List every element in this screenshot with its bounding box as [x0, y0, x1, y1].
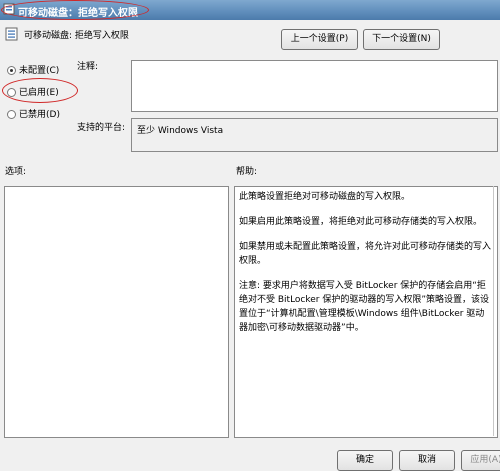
radio-label: 未配置(C) [19, 66, 60, 76]
policy-name: 可移动磁盘: 拒绝写入权限 [24, 31, 129, 41]
platform-value: 至少 Windows Vista [137, 126, 224, 136]
next-setting-button[interactable]: 下一个设置(N) [363, 29, 440, 50]
help-paragraph: 注意: 要求用户将数据写入受 BitLocker 保护的存储会启用“拒绝对不受 … [239, 281, 490, 333]
help-panel[interactable]: 此策略设置拒绝对可移动磁盘的写入权限。 如果启用此策略设置，将拒绝对此可移动存储… [234, 186, 498, 438]
policy-setting-icon [5, 27, 18, 41]
apply-button[interactable]: 应用(A) [461, 450, 500, 471]
help-paragraph: 如果禁用或未配置此策略设置，将允许对此可移动存储类的写入权限。 [239, 242, 492, 266]
ok-button[interactable]: 确定 [337, 450, 393, 471]
help-scrollbar[interactable] [493, 186, 494, 436]
help-label: 帮助: [236, 167, 258, 177]
help-paragraph: 此策略设置拒绝对可移动磁盘的写入权限。 [239, 192, 411, 202]
platform-label: 支持的平台: [77, 123, 126, 133]
radio-label: 已禁用(D) [19, 110, 60, 120]
comment-textarea[interactable] [131, 60, 498, 112]
options-panel [4, 186, 229, 438]
radio-button[interactable] [7, 110, 16, 119]
help-text: 此策略设置拒绝对可移动磁盘的写入权限。 如果启用此策略设置，将拒绝对此可移动存储… [235, 187, 497, 349]
platform-field: 至少 Windows Vista [131, 118, 498, 152]
options-label: 选项: [5, 167, 27, 177]
radio-disabled[interactable]: 已禁用(D) [7, 107, 60, 120]
cancel-button[interactable]: 取消 [399, 450, 455, 471]
annotation-circle-enabled [2, 78, 78, 103]
radio-not-configured[interactable]: 未配置(C) [7, 63, 59, 76]
annotation-circle-title [1, 0, 149, 20]
previous-setting-button[interactable]: 上一个设置(P) [281, 29, 358, 50]
help-paragraph: 如果启用此策略设置，将拒绝对此可移动存储类的写入权限。 [239, 217, 483, 227]
radio-button[interactable] [7, 66, 16, 75]
comment-label: 注释: [77, 62, 99, 72]
